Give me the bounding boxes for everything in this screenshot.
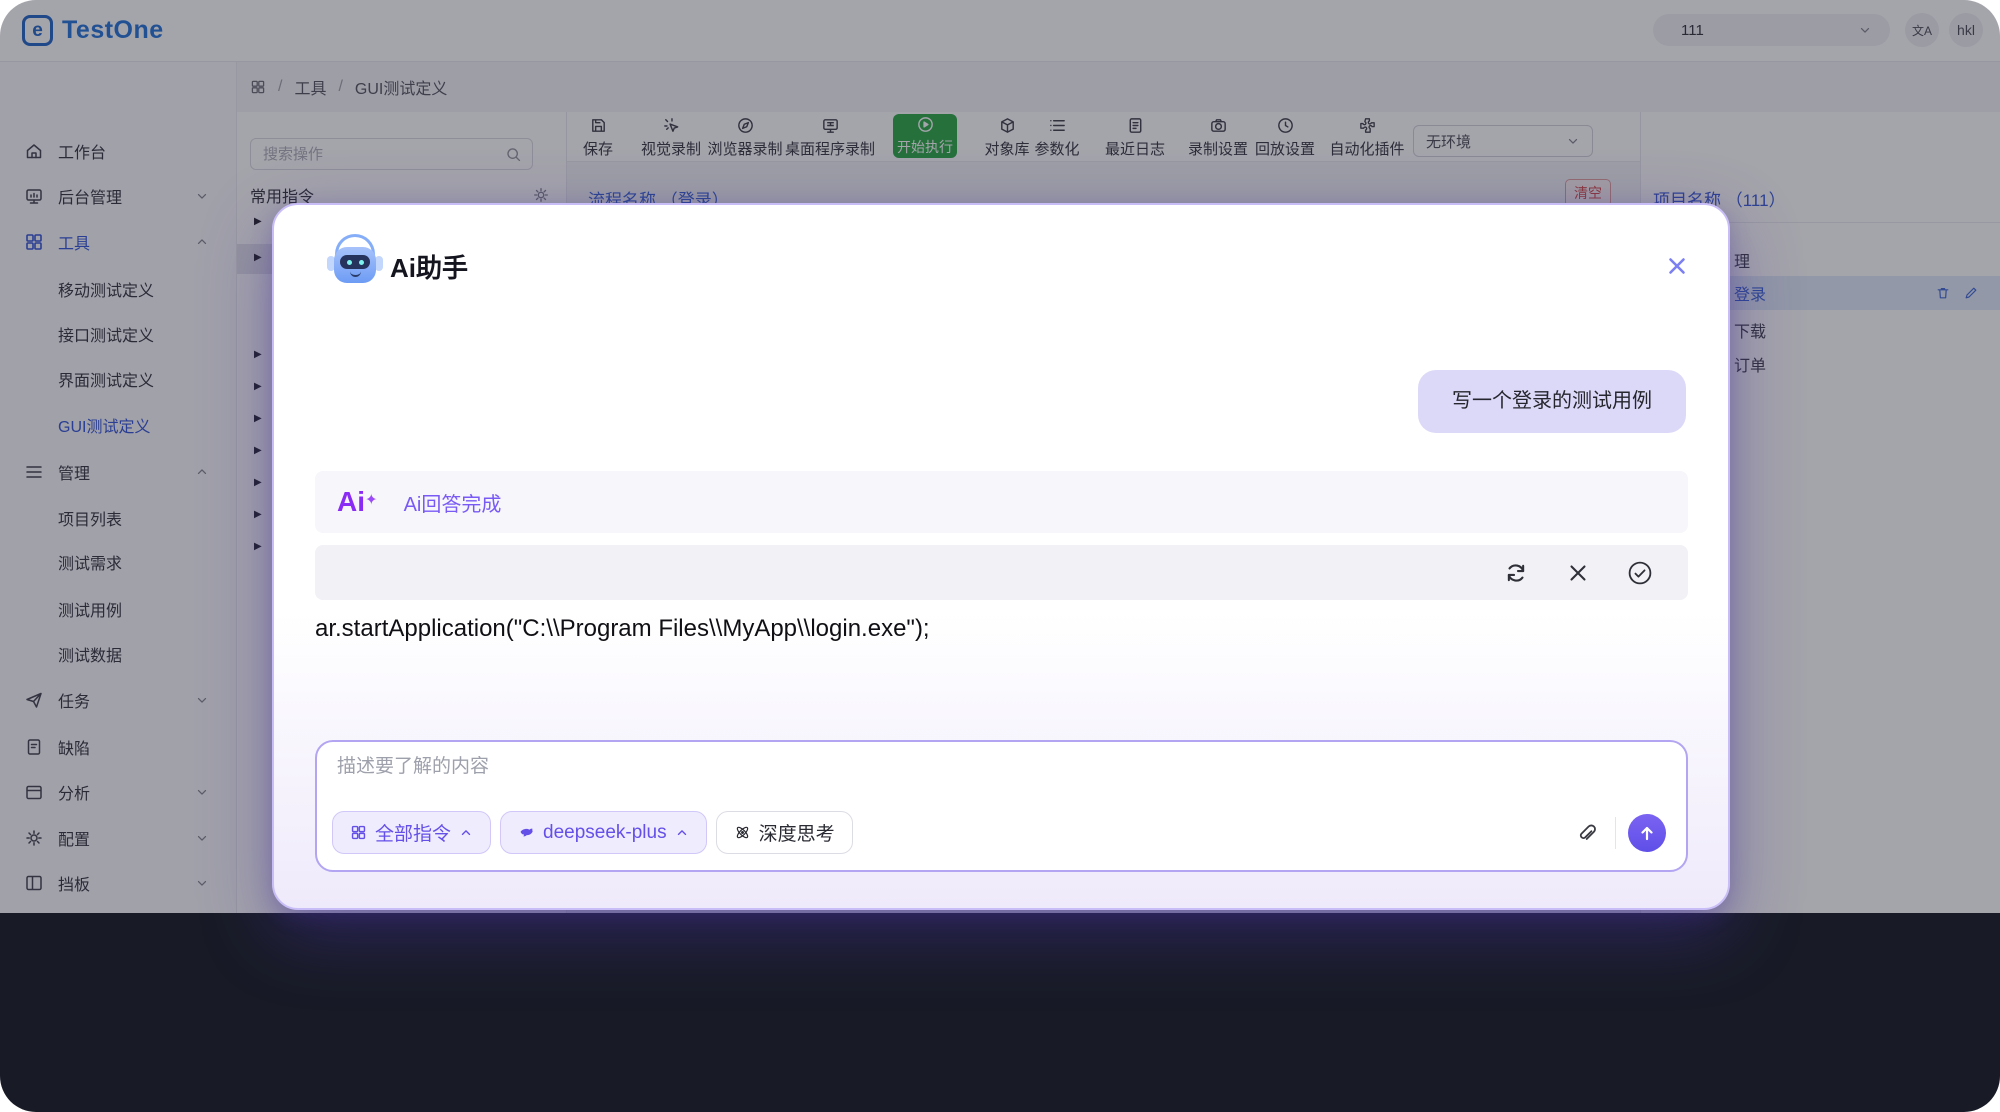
ai-prompt-box: 全部指令 deepseek-plus 深度思考 [315, 740, 1688, 872]
atom-icon [734, 824, 751, 841]
model-select-label: deepseek-plus [543, 822, 667, 844]
robot-head [334, 247, 376, 283]
ai-assistant-modal: Ai助手 写一个登录的测试用例 Ai✦ Ai回答完成 ar.startAppli… [272, 203, 1730, 910]
chevron-up-icon [459, 826, 473, 840]
screenshot-frame: e TestOne 111 文A hkl 工作台 后台管理 工具 [0, 0, 2000, 1112]
regenerate-icon[interactable] [1503, 560, 1529, 586]
robot-ear-right [375, 256, 383, 271]
sparkle-icon: ✦ [365, 492, 378, 509]
accept-check-icon[interactable] [1627, 560, 1653, 586]
send-button[interactable] [1628, 814, 1666, 852]
grid-icon [350, 824, 367, 841]
user-message-bubble: 写一个登录的测试用例 [1418, 370, 1686, 433]
chevron-up-icon [675, 826, 689, 840]
close-icon[interactable] [1660, 249, 1694, 283]
ai-status-text: Ai回答完成 [404, 488, 502, 517]
generated-code-line: ar.startApplication("C:\\Program Files\\… [315, 615, 930, 643]
all-commands-label: 全部指令 [375, 819, 451, 846]
modal-title: Ai助手 [390, 248, 468, 285]
arrow-up-icon [1637, 823, 1657, 843]
discard-icon[interactable] [1565, 560, 1591, 586]
ai-prompt-input[interactable] [337, 756, 1158, 778]
deep-think-label: 深度思考 [759, 819, 835, 846]
divider [1615, 817, 1616, 849]
robot-visor [340, 255, 370, 269]
ai-robot-avatar [327, 232, 383, 288]
whale-icon [518, 824, 535, 841]
robot-smile [350, 271, 361, 277]
model-select-dropdown[interactable]: deepseek-plus [500, 811, 707, 854]
deep-think-toggle[interactable]: 深度思考 [716, 811, 853, 854]
desktop-dark-band [0, 913, 2000, 1112]
code-toolbar [315, 545, 1688, 600]
paperclip-icon [1574, 821, 1598, 845]
all-commands-dropdown[interactable]: 全部指令 [332, 811, 491, 854]
ai-logo: Ai✦ [337, 486, 378, 518]
attach-file-button[interactable] [1569, 816, 1603, 850]
ai-status-row: Ai✦ Ai回答完成 [315, 471, 1688, 533]
